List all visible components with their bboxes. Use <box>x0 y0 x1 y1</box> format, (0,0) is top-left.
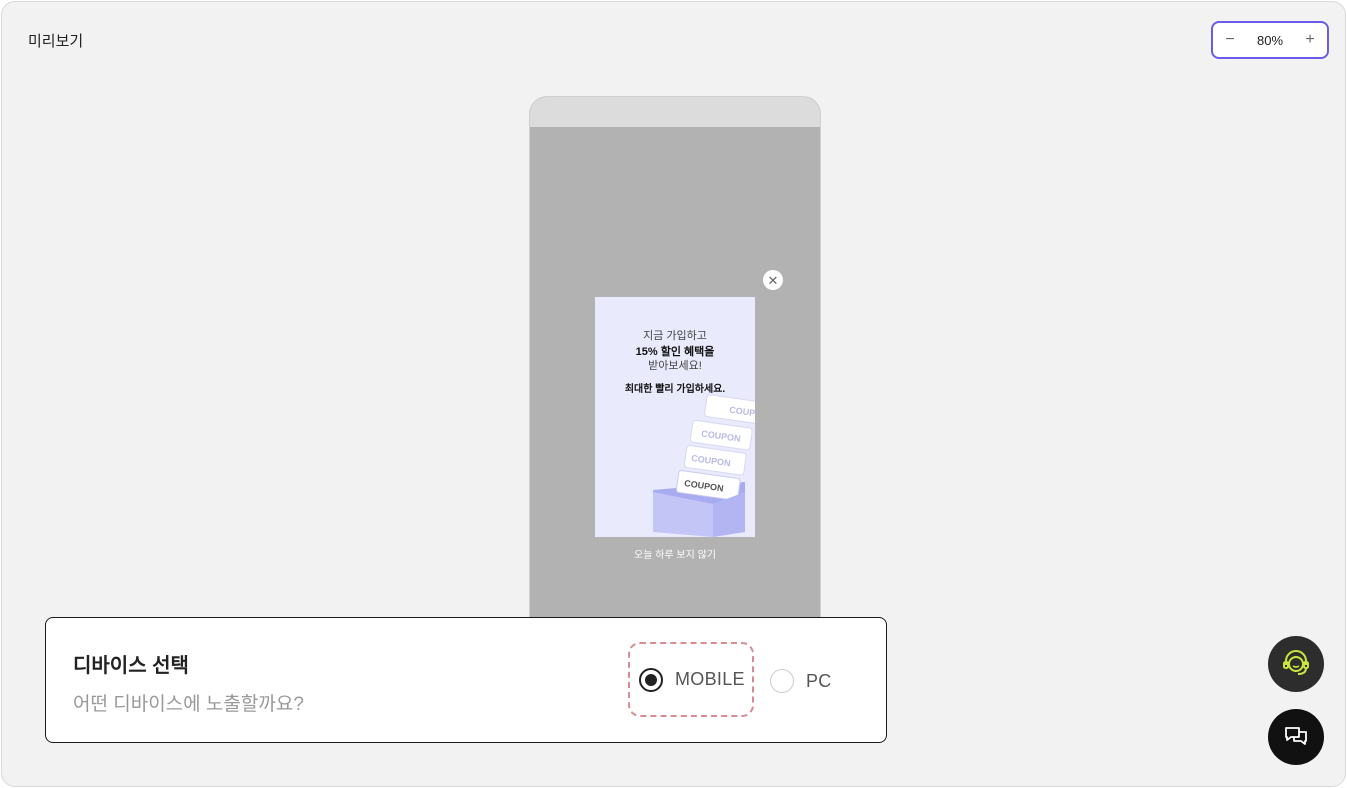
zoom-control: − 80% + <box>1211 21 1329 59</box>
coupon-3: COUPON <box>689 419 753 451</box>
device-option-pc[interactable]: PC <box>770 669 832 693</box>
chat-bubbles-icon <box>1285 727 1307 745</box>
zoom-out-button[interactable]: − <box>1223 32 1237 48</box>
popup-line-1: 지금 가입하고 <box>643 330 707 342</box>
device-select-panel: 디바이스 선택 어떤 디바이스에 노출할까요? MOBILE PC <box>45 617 887 743</box>
radio-mobile[interactable] <box>639 667 663 692</box>
zoom-level: 80% <box>1256 32 1284 48</box>
close-icon[interactable]: ✕ <box>763 270 783 290</box>
chat-button[interactable] <box>1268 709 1324 765</box>
device-option-label: PC <box>806 670 832 691</box>
device-option-label: MOBILE <box>675 669 745 689</box>
phone-status-bar <box>530 97 820 127</box>
zoom-in-button[interactable]: + <box>1303 32 1317 48</box>
coupon-2: COUPON <box>683 445 747 476</box>
popup-line-3: 받아보세요! <box>648 360 702 372</box>
dismiss-today-link[interactable]: 오늘 하루 보지 않기 <box>595 546 755 561</box>
device-option-mobile[interactable]: MOBILE <box>628 642 754 717</box>
coupon-box-illustration: COUPON COUPON COUPON COUPON <box>653 394 755 537</box>
device-select-subtitle: 어떤 디바이스에 노출할까요? <box>73 694 304 715</box>
device-select-title: 디바이스 선택 <box>73 655 189 677</box>
headset-icon <box>1283 650 1309 675</box>
coupon-4: COUPON <box>704 394 755 425</box>
popup-banner[interactable]: 지금 가입하고 15% 할인 혜택을 받아보세요! 최대한 빨리 가입하세요. … <box>595 297 755 537</box>
page-title: 미리보기 <box>28 33 84 50</box>
support-button[interactable] <box>1268 636 1324 692</box>
radio-pc[interactable] <box>770 669 794 693</box>
